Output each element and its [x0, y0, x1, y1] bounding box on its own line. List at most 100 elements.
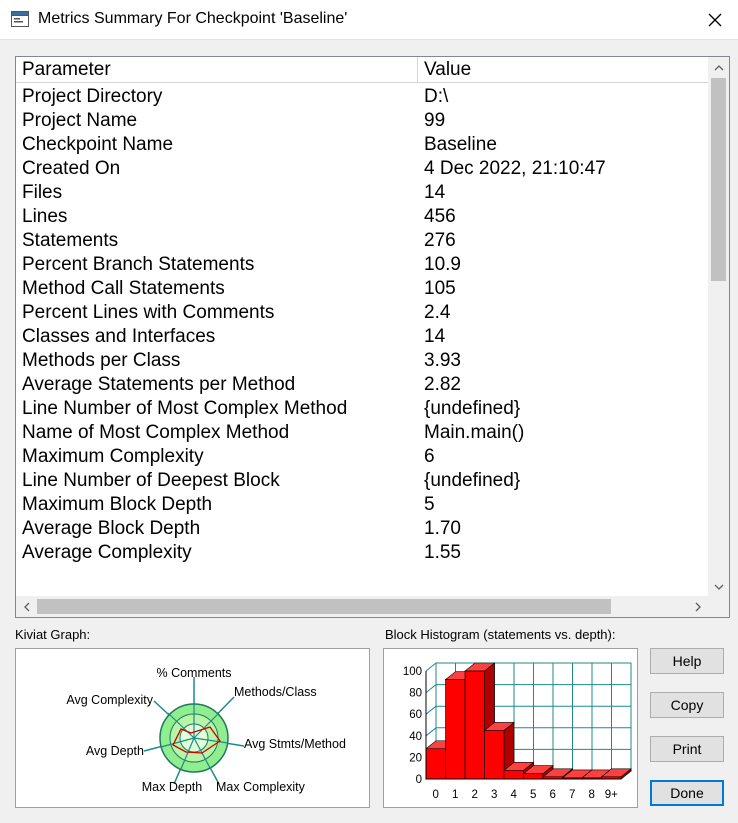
- table-row[interactable]: Percent Lines with Comments 2.4: [16, 301, 708, 325]
- chevron-right-icon: [695, 602, 701, 611]
- print-button[interactable]: Print: [650, 736, 724, 762]
- value-cell: 4 Dec 2022, 21:10:47: [424, 158, 606, 179]
- table-row[interactable]: Maximum Complexity 6: [16, 445, 708, 469]
- x-tick-label: 9+: [605, 789, 618, 801]
- parameter-cell: Classes and Interfaces: [22, 326, 216, 347]
- x-tick-label: 8: [589, 789, 595, 801]
- close-icon: [708, 13, 722, 27]
- parameter-cell: Lines: [22, 206, 68, 227]
- horizontal-scroll-thumb[interactable]: [37, 599, 611, 614]
- y-tick-label: 40: [409, 731, 422, 743]
- parameter-cell: Maximum Complexity: [22, 446, 204, 467]
- chevron-up-icon: [714, 64, 723, 70]
- horizontal-scrollbar[interactable]: [16, 596, 729, 617]
- table-row[interactable]: Line Number of Most Complex Method {undef…: [16, 397, 708, 421]
- gridline: [425, 684, 437, 693]
- kiviat-axis-label: % Comments: [156, 666, 231, 680]
- table-row[interactable]: Method Call Statements 105: [16, 277, 708, 301]
- gridline: [425, 662, 437, 672]
- copy-button[interactable]: Copy: [650, 692, 724, 718]
- scroll-up-button[interactable]: [708, 57, 729, 78]
- table-row[interactable]: Average Statements per Method 2.82: [16, 373, 708, 397]
- table-row[interactable]: Average Block Depth 1.70: [16, 517, 708, 541]
- table-row[interactable]: Lines 456: [16, 205, 708, 229]
- table-row[interactable]: Average Complexity 1.55: [16, 541, 708, 565]
- kiviat-axis-label: Max Depth: [142, 780, 202, 794]
- scroll-down-button[interactable]: [708, 576, 729, 597]
- table-row[interactable]: Methods per Class 3.93: [16, 349, 708, 373]
- help-button[interactable]: Help: [650, 648, 724, 674]
- histogram-bar: [484, 730, 505, 780]
- value-cell: 6: [424, 446, 435, 467]
- x-tick-label: 5: [530, 789, 536, 801]
- list-header: Parameter Value: [16, 57, 708, 83]
- column-header-value[interactable]: Value: [418, 57, 708, 82]
- chevron-left-icon: [23, 602, 29, 611]
- table-row[interactable]: Project Name 99: [16, 109, 708, 133]
- table-row[interactable]: Line Number of Deepest Block {undefined}: [16, 469, 708, 493]
- table-row[interactable]: Name of Most Complex Method Main.main(): [16, 421, 708, 445]
- kiviat-axis-label: Avg Stmts/Method: [244, 737, 346, 751]
- table-row[interactable]: Percent Branch Statements 10.9: [16, 253, 708, 277]
- metrics-list-view[interactable]: Parameter Value Project Directory D:\ Proj…: [15, 56, 730, 618]
- table-row[interactable]: Maximum Block Depth 5: [16, 493, 708, 517]
- parameter-cell: Name of Most Complex Method: [22, 422, 290, 443]
- gridline: [425, 705, 437, 715]
- table-row[interactable]: Classes and Interfaces 14: [16, 325, 708, 349]
- vertical-scrollbar[interactable]: [708, 57, 729, 597]
- table-row[interactable]: Checkpoint Name Baseline: [16, 133, 708, 157]
- table-row[interactable]: Created On 4 Dec 2022, 21:10:47: [16, 157, 708, 181]
- value-cell: 99: [424, 110, 446, 131]
- close-button[interactable]: [692, 0, 738, 40]
- x-tick-label: 0: [433, 789, 439, 801]
- value-cell: {undefined}: [424, 398, 521, 419]
- column-header-parameter[interactable]: Parameter: [16, 57, 418, 82]
- x-tick-label: 2: [472, 789, 478, 801]
- value-cell: 105: [424, 278, 456, 299]
- value-cell: 14: [424, 182, 446, 203]
- value-cell: 1.55: [424, 542, 461, 563]
- title-bar: Metrics Summary For Checkpoint 'Baseline…: [0, 0, 738, 40]
- parameter-cell: Line Number of Deepest Block: [22, 470, 280, 491]
- table-row[interactable]: Statements 276: [16, 229, 708, 253]
- parameter-cell: Method Call Statements: [22, 278, 225, 299]
- window-title: Metrics Summary For Checkpoint 'Baseline…: [38, 10, 348, 27]
- x-tick-label: 7: [569, 789, 575, 801]
- scroll-left-button[interactable]: [16, 596, 37, 617]
- table-row[interactable]: Files 14: [16, 181, 708, 205]
- parameter-cell: Project Directory: [22, 86, 163, 107]
- value-cell: D:\: [424, 86, 449, 107]
- vertical-scroll-thumb[interactable]: [711, 78, 726, 281]
- kiviat-graph: % Comments Methods/Class Avg Stmts/Metho…: [66, 666, 346, 794]
- parameter-cell: Project Name: [22, 110, 138, 131]
- parameter-cell: Files: [22, 182, 63, 203]
- list-rows: Project Directory D:\ Project Name 99 Checkp…: [16, 85, 708, 565]
- y-tick-label: 60: [409, 709, 422, 721]
- parameter-cell: Statements: [22, 230, 119, 251]
- scroll-right-button[interactable]: [687, 596, 708, 617]
- value-cell: 5: [424, 494, 435, 515]
- y-tick-label: 0: [416, 774, 422, 786]
- app-window-icon: [11, 11, 29, 27]
- x-tick-label: 6: [550, 789, 556, 801]
- kiviat-axis-label: Max Complexity: [216, 780, 306, 794]
- chevron-down-icon: [714, 584, 723, 590]
- parameter-cell: Average Complexity: [22, 542, 192, 563]
- block-histogram-chart: 0 20 40 60 80 100 0 1 2 3 4 5 6 7 8 9+: [403, 662, 633, 801]
- done-button[interactable]: Done: [650, 780, 724, 806]
- table-row[interactable]: Project Directory D:\: [16, 85, 708, 109]
- histogram-bar: [503, 770, 524, 780]
- value-cell: 3.93: [424, 350, 461, 371]
- parameter-cell: Percent Lines with Comments: [22, 302, 275, 323]
- histogram-bar: [445, 679, 466, 780]
- block-histogram-panel: 0 20 40 60 80 100 0 1 2 3 4 5 6 7 8 9+: [383, 648, 638, 808]
- value-cell: 456: [424, 206, 456, 227]
- parameter-cell: Created On: [22, 158, 121, 179]
- value-cell: {undefined}: [424, 470, 521, 491]
- value-cell: Baseline: [424, 134, 497, 155]
- histogram-bar: [425, 748, 446, 780]
- histogram-bar: [523, 773, 544, 780]
- histogram-bar: [464, 670, 485, 780]
- x-tick-label: 3: [491, 789, 497, 801]
- y-tick-label: 20: [409, 752, 422, 764]
